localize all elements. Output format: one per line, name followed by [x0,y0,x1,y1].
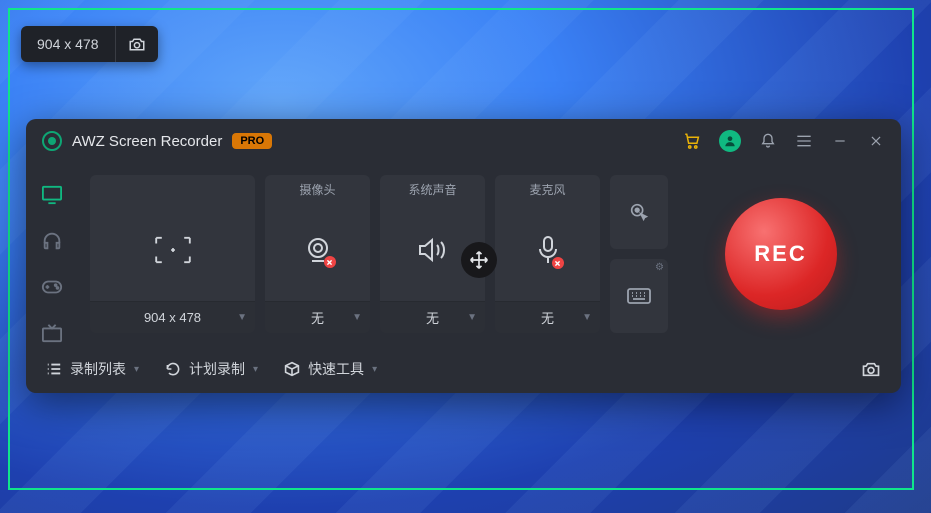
app-title: AWZ Screen Recorder [72,133,222,150]
system-audio-select[interactable]: 无▼ [380,301,485,333]
chevron-down-icon: ▼ [237,312,247,323]
screenshot-button[interactable] [861,361,881,378]
refresh-icon [165,361,181,377]
crop-region-button[interactable] [154,236,192,264]
record-button[interactable]: REC [725,198,837,310]
cursor-click-icon [628,201,650,223]
gamepad-icon [41,279,63,295]
chevron-down-icon: ▼ [582,312,592,323]
overlay-dimensions: 904 x 478 [21,26,116,62]
camera-select[interactable]: 无▼ [265,301,370,333]
quick-tools-button[interactable]: 快速工具 ▾ [284,359,377,379]
camera-toggle[interactable] [304,236,332,264]
recorder-window: AWZ Screen Recorder PRO [26,119,901,393]
cart-button[interactable] [683,132,701,150]
camera-panel: 摄像头 无▼ [265,175,370,333]
disabled-badge [324,256,336,268]
hamburger-icon [796,134,812,148]
list-icon [46,362,62,376]
bottom-toolbar: 录制列表 ▾ 计划录制 ▾ 快速工具 ▾ [26,345,901,393]
menu-button[interactable] [795,132,813,150]
box-icon [284,361,300,377]
audio-mode-tab[interactable] [40,229,64,253]
schedule-button[interactable]: 计划录制 ▾ [165,359,258,379]
monitor-icon [41,185,63,205]
close-icon [869,134,883,148]
app-logo [42,131,62,151]
area-select[interactable]: 904 x 478▼ [90,301,255,333]
disabled-badge [552,257,564,269]
pro-badge: PRO [232,133,272,149]
bell-icon [760,133,776,149]
area-panel: 904 x 478▼ [90,175,255,333]
crop-icon [154,236,192,264]
keyboard-button[interactable]: ⚙ [610,259,668,333]
camera-icon [128,37,146,52]
avatar-icon [723,134,737,148]
chevron-down-icon: ▼ [467,312,477,323]
cart-icon [683,132,701,150]
move-handle[interactable] [461,242,497,278]
tv-icon [41,323,63,343]
system-audio-toggle[interactable] [418,237,448,263]
camera-label: 摄像头 [299,181,335,199]
overlay-screenshot-button[interactable] [116,26,158,62]
tv-mode-tab[interactable] [40,321,64,345]
minimize-button[interactable] [831,132,849,150]
move-icon [469,250,489,270]
chevron-down-icon: ▾ [253,364,258,375]
microphone-select[interactable]: 无▼ [495,301,600,333]
gear-icon: ⚙ [655,262,664,273]
user-avatar[interactable] [719,130,741,152]
microphone-label: 麦克风 [529,181,565,199]
titlebar: AWZ Screen Recorder PRO [26,119,901,163]
screen-mode-tab[interactable] [40,183,64,207]
auto-click-button[interactable] [610,175,668,249]
camera-icon [861,361,881,378]
speaker-icon [418,237,448,263]
system-audio-label: 系统声音 [408,181,456,199]
chevron-down-icon: ▼ [352,312,362,323]
keyboard-icon [627,288,651,304]
mode-sidebar [26,163,78,345]
recording-list-button[interactable]: 录制列表 ▾ [46,359,139,379]
headphones-icon [41,230,63,252]
selection-overlay-bar: 904 x 478 [21,26,158,62]
chevron-down-icon: ▾ [372,364,377,375]
chevron-down-icon: ▾ [134,364,139,375]
microphone-panel: 麦克风 无▼ [495,175,600,333]
close-button[interactable] [867,132,885,150]
microphone-toggle[interactable] [536,235,560,265]
minimize-icon [833,134,847,148]
notifications-button[interactable] [759,132,777,150]
game-mode-tab[interactable] [40,275,64,299]
